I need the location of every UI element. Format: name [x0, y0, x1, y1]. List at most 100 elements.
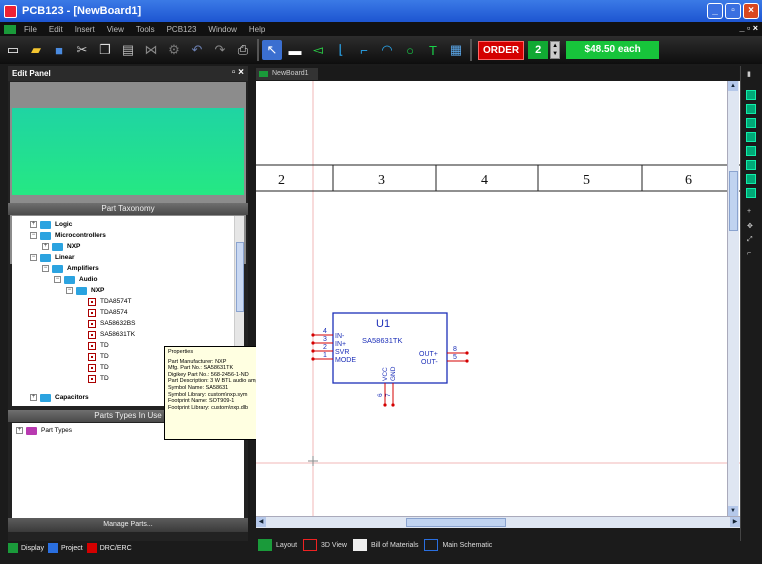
folder-icon: [26, 426, 37, 435]
tree-node[interactable]: − Amplifiers: [42, 263, 99, 274]
tree-leaf[interactable]: TDA8574T: [88, 296, 131, 307]
tab-display[interactable]: Display: [8, 543, 44, 553]
tab-project[interactable]: Project: [47, 543, 83, 553]
layer-icon[interactable]: [746, 90, 756, 100]
folder-icon: [40, 231, 51, 240]
schematic-svg[interactable]: 2 3 4 5 6 U1 SA58631TK 4 3 2 1 IN- IN+ S…: [256, 81, 740, 524]
tree-node[interactable]: − Linear: [30, 252, 75, 263]
crosshair-cursor-icon: [308, 456, 318, 466]
tree-node[interactable]: + Logic: [30, 219, 72, 230]
menu-pcb123[interactable]: PCB123: [167, 25, 197, 34]
arc-icon[interactable]: ◠: [377, 40, 397, 60]
maximize-button[interactable]: ▫: [725, 3, 741, 19]
vertical-scroll-thumb: [729, 171, 738, 231]
pin-name: IN-: [335, 333, 345, 340]
edit-panel-title: Edit Panel: [12, 69, 51, 78]
tab-layout[interactable]: Layout: [258, 539, 297, 551]
tab-bill-of-materials[interactable]: Bill of Materials: [352, 539, 418, 551]
part-icon: [88, 308, 96, 317]
tree-leaf[interactable]: TD: [88, 373, 109, 384]
zoom-fit-icon[interactable]: ⤢: [747, 236, 756, 245]
layer-icon[interactable]: [746, 118, 756, 128]
order-button[interactable]: ORDER: [478, 40, 525, 60]
tree-node[interactable]: − Audio: [54, 274, 97, 285]
pin-name: IN+: [335, 341, 346, 348]
tree-node[interactable]: − Microcontrollers: [30, 230, 106, 241]
horizontal-scrollbar[interactable]: ◀ ▶: [256, 516, 740, 528]
tree-node[interactable]: + NXP: [42, 241, 80, 252]
open-folder-icon[interactable]: ▰: [26, 40, 46, 60]
tree-leaf[interactable]: SA58632BS: [88, 318, 135, 329]
scroll-left-icon: ◀: [256, 517, 266, 527]
mdi-window-controls[interactable]: _ ▫ ×: [740, 23, 758, 33]
minimize-button[interactable]: _: [707, 3, 723, 19]
tab-newboard1[interactable]: NewBoard1: [256, 68, 318, 80]
pin-number: 4: [323, 328, 327, 335]
manage-parts-button[interactable]: Manage Parts...: [8, 518, 248, 532]
tree-leaf[interactable]: TDA8574: [88, 307, 127, 318]
part-icon: [88, 297, 96, 306]
paste-icon[interactable]: ▤: [118, 40, 138, 60]
tab-main-schematic[interactable]: Main Schematic: [424, 539, 492, 551]
zoom-in-icon[interactable]: +: [747, 208, 756, 217]
ratsnest-icon[interactable]: ⋈: [141, 40, 161, 60]
layer-icon[interactable]: [746, 132, 756, 142]
layer-icon[interactable]: [746, 188, 756, 198]
layer-icon[interactable]: [746, 104, 756, 114]
tree-node[interactable]: − NXP: [66, 285, 104, 296]
place-part-icon[interactable]: ▬: [285, 40, 305, 60]
menu-bar: File Edit Insert View Tools PCB123 Windo…: [0, 22, 762, 36]
part-icon: [88, 319, 96, 328]
select-arrow-icon[interactable]: ↖: [262, 40, 282, 60]
tree-node[interactable]: + Capacitors: [30, 392, 89, 403]
tree-leaf[interactable]: TD: [88, 340, 109, 351]
copy-icon[interactable]: ❐: [95, 40, 115, 60]
quantity-field[interactable]: 2: [528, 41, 549, 59]
redo-icon[interactable]: ↷: [210, 40, 230, 60]
pin-number: 8: [453, 346, 457, 353]
schematic-canvas[interactable]: 2 3 4 5 6 U1 SA58631TK 4 3 2 1 IN- IN+ S…: [256, 81, 740, 524]
menu-view[interactable]: View: [107, 25, 124, 34]
layer-icon[interactable]: [746, 174, 756, 184]
print-icon[interactable]: ⎙: [233, 40, 253, 60]
text-icon[interactable]: T: [423, 40, 443, 60]
panel-menu-icon[interactable]: ▮: [747, 70, 756, 79]
tree-leaf[interactable]: TD: [88, 362, 109, 373]
undo-icon[interactable]: ↶: [187, 40, 207, 60]
new-document-icon[interactable]: ▭: [3, 40, 23, 60]
pin-name: OUT-: [421, 359, 438, 366]
bus-icon[interactable]: ⌐: [354, 40, 374, 60]
component-u1[interactable]: U1 SA58631TK 4 3 2 1 IN- IN+ SVR MODE 8 …: [311, 312, 469, 407]
quantity-spinner[interactable]: ▲ ▼: [550, 41, 561, 59]
menu-file[interactable]: File: [24, 25, 37, 34]
image-icon[interactable]: ▦: [446, 40, 466, 60]
tree-node[interactable]: + Part Types: [16, 425, 72, 436]
schematic-icon: [259, 71, 268, 77]
menu-tools[interactable]: Tools: [136, 25, 155, 34]
menu-insert[interactable]: Insert: [75, 25, 95, 34]
part-icon: [88, 330, 96, 339]
menu-window[interactable]: Window: [208, 25, 236, 34]
wire-icon[interactable]: ⌊: [331, 40, 351, 60]
panel-close-icon[interactable]: ▫ ×: [232, 67, 244, 78]
vertical-scrollbar[interactable]: ▲ ▼: [727, 81, 739, 516]
route-icon[interactable]: ⚙: [164, 40, 184, 60]
layer-icon[interactable]: [746, 160, 756, 170]
tree-leaf[interactable]: TD: [88, 351, 109, 362]
save-icon[interactable]: ■: [49, 40, 69, 60]
measure-icon[interactable]: ⌐: [747, 250, 756, 259]
layer-icon[interactable]: [746, 146, 756, 156]
folder-icon: [76, 286, 87, 295]
tab-3d-view[interactable]: 3D View: [303, 539, 347, 551]
circle-icon[interactable]: ○: [400, 40, 420, 60]
tree-leaf[interactable]: SA58631TK: [88, 329, 135, 340]
close-button[interactable]: ×: [743, 3, 759, 19]
cut-icon[interactable]: ✂: [72, 40, 92, 60]
pin-name: VCC: [382, 367, 389, 381]
menu-edit[interactable]: Edit: [49, 25, 63, 34]
column-label: 2: [278, 173, 285, 188]
menu-help[interactable]: Help: [249, 25, 265, 34]
tag-icon[interactable]: ◅: [308, 40, 328, 60]
tab-drc-erc[interactable]: DRC/ERC: [86, 543, 132, 553]
pan-icon[interactable]: ✥: [747, 222, 756, 231]
